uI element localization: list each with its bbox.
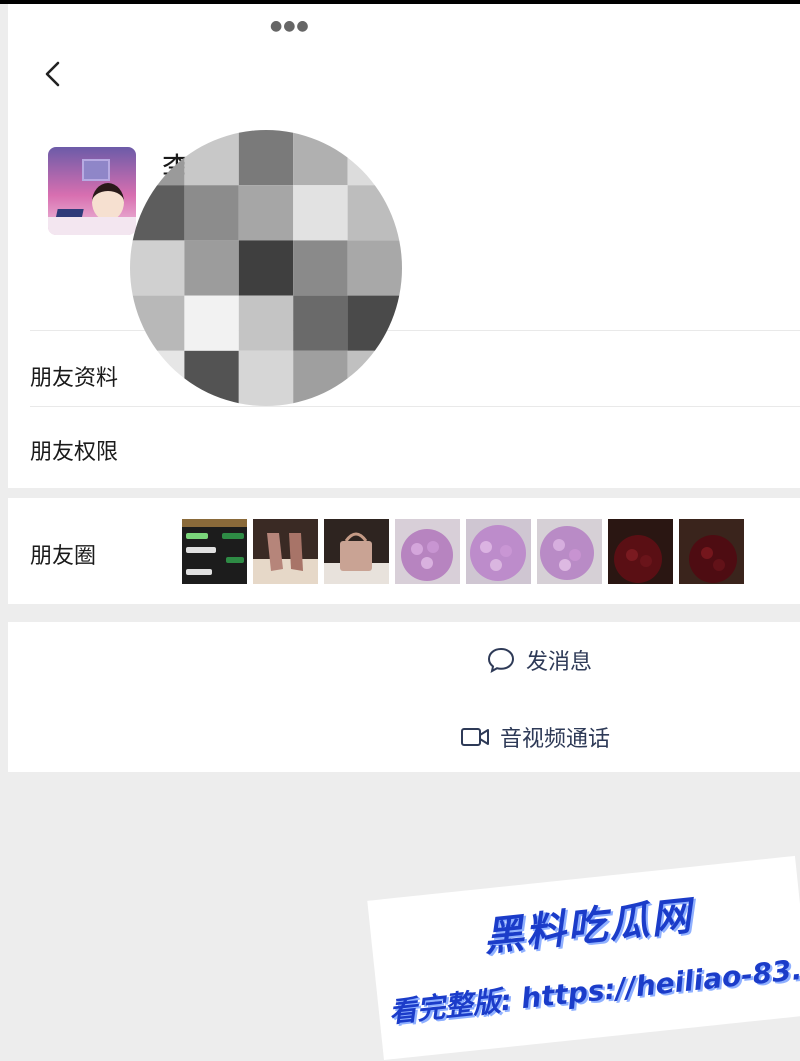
privacy-mosaic xyxy=(130,130,402,406)
video-call-label: 音视频通话 xyxy=(500,727,611,752)
send-message-button[interactable]: 发消息 xyxy=(486,644,592,676)
row-friend-profile[interactable]: 朋友资料 xyxy=(30,360,118,392)
more-options-icon[interactable]: ●●● xyxy=(270,18,310,34)
thumbnail-purple-roses[interactable] xyxy=(395,519,460,584)
thumbnail-red-roses[interactable] xyxy=(608,519,673,584)
avatar[interactable] xyxy=(48,147,136,235)
video-camera-icon xyxy=(461,728,489,746)
moments-row[interactable]: 朋友圈 xyxy=(8,498,800,604)
back-arrow-icon[interactable] xyxy=(38,56,70,92)
watermark-url: 看完整版: https://heiliao-83.com xyxy=(387,946,800,1030)
chat-bubble-icon xyxy=(487,647,515,673)
watermark-title: 黑料吃瓜网 xyxy=(481,893,696,961)
thumbnail-chat-screenshot[interactable] xyxy=(182,519,247,584)
thumbnail-purple-roses[interactable] xyxy=(537,519,602,584)
actions-card: 发消息 音视频通话 xyxy=(8,622,800,772)
site-watermark: 黑料吃瓜网 看完整版: https://heiliao-83.com xyxy=(367,855,800,1060)
video-call-button[interactable]: 音视频通话 xyxy=(460,721,610,753)
profile-card: ●●● 李 朋友资料 朋友权限 xyxy=(8,4,800,488)
moments-label: 朋友圈 xyxy=(30,544,97,569)
thumbnail-shoes[interactable] xyxy=(253,519,318,584)
moments-thumbnails xyxy=(182,519,744,584)
thumbnail-purple-roses[interactable] xyxy=(466,519,531,584)
row-friend-permissions[interactable]: 朋友权限 xyxy=(30,434,118,466)
thumbnail-handbag[interactable] xyxy=(324,519,389,584)
thumbnail-red-roses[interactable] xyxy=(679,519,744,584)
send-message-label: 发消息 xyxy=(526,650,593,675)
divider xyxy=(30,406,800,407)
